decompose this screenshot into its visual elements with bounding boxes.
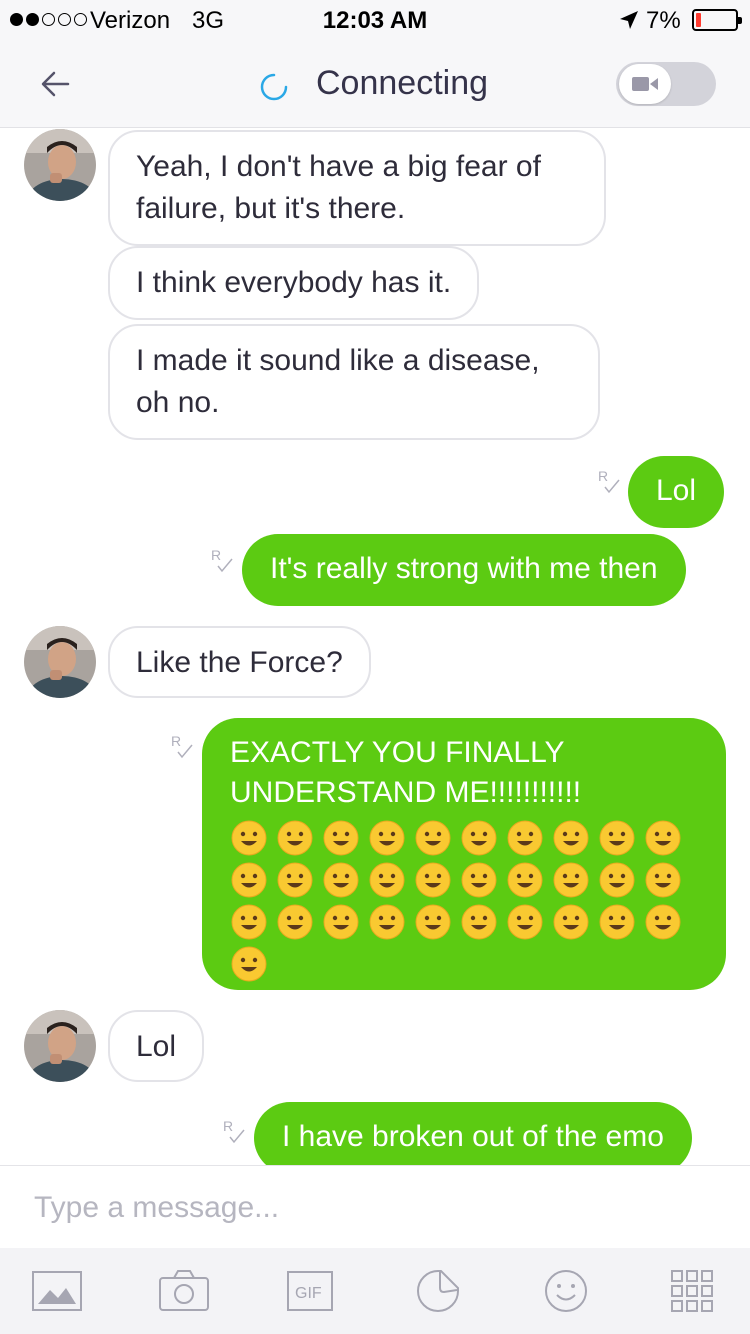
avatar[interactable]	[24, 626, 96, 698]
emoji-icon: 😚	[645, 862, 681, 898]
emoji-icon: 🙃	[323, 862, 359, 898]
gif-label: GIF	[295, 1285, 322, 1302]
svg-text:R: R	[598, 468, 608, 484]
outgoing-message[interactable]: Lol	[628, 456, 725, 528]
sticker-icon[interactable]	[410, 1266, 466, 1316]
apps-grid-icon[interactable]	[664, 1266, 720, 1316]
svg-text:R: R	[211, 547, 221, 563]
battery-icon	[692, 9, 742, 31]
emoji-icon: 🤠	[599, 904, 635, 940]
attachment-toolbar: GIF	[0, 1248, 750, 1334]
emoji-icon[interactable]	[538, 1266, 594, 1316]
gallery-icon[interactable]	[30, 1266, 86, 1316]
message-input[interactable]	[34, 1186, 714, 1230]
incoming-message[interactable]: Like the Force?	[108, 626, 371, 698]
emoji-icon: ☺️	[599, 820, 635, 856]
message-composer	[0, 1165, 750, 1247]
svg-text:R: R	[171, 733, 181, 749]
emoji-icon: 😙	[599, 862, 635, 898]
emoji-icon: 🤑	[415, 904, 451, 940]
emoji-icon: 😊	[645, 820, 681, 856]
incoming-message[interactable]: Yeah, I don't have a big fear of failure…	[108, 130, 606, 246]
emoji-icon: 😗	[553, 862, 589, 898]
emoji-icon: 😘	[461, 862, 497, 898]
incoming-message[interactable]: I made it sound like a disease, oh no.	[108, 324, 600, 440]
emoji-icon: 😆	[415, 820, 451, 856]
emoji-icon: 😜	[277, 904, 313, 940]
emoji-icon: 😄	[323, 820, 359, 856]
message-text: EXACTLY YOU FINALLY UNDERSTAND ME!!!!!!!…	[230, 736, 582, 809]
video-camera-icon	[632, 77, 658, 91]
emoji-icon: 🤗	[461, 904, 497, 940]
emoji-icon: 😂	[507, 820, 543, 856]
emoji-icon: 😉	[369, 862, 405, 898]
read-receipt-icon: R	[598, 468, 620, 494]
svg-text:R: R	[223, 1118, 233, 1134]
avatar[interactable]	[24, 129, 96, 201]
incoming-message[interactable]: I think everybody has it.	[108, 246, 480, 320]
camera-icon[interactable]	[156, 1266, 212, 1316]
emoji-icon: 😀	[231, 820, 267, 856]
emoji-icon: 😋	[231, 904, 267, 940]
chat-status-title: Connecting	[316, 64, 489, 102]
emoji-icon: 😁	[369, 820, 405, 856]
status-bar: Verizon 3G 12:03 AM 7%	[0, 0, 750, 40]
video-toggle-knob	[619, 64, 671, 104]
emoji-icon: 🤓	[507, 904, 543, 940]
outgoing-message[interactable]: It's really strong with me then	[242, 534, 686, 606]
gif-icon[interactable]: GIF	[282, 1266, 338, 1316]
chat-header: Connecting	[0, 40, 750, 128]
emoji-icon: 🤠	[645, 904, 681, 940]
emoji-icon: 😇	[231, 862, 267, 898]
video-call-toggle[interactable]	[616, 62, 716, 106]
emoji-icon: 😛	[369, 904, 405, 940]
emoji-icon: 😝	[323, 904, 359, 940]
emoji-icon: 😌	[415, 862, 451, 898]
read-receipt-icon: R	[171, 733, 193, 759]
location-arrow-icon	[620, 11, 638, 29]
emoji-icon: 😅	[461, 820, 497, 856]
message-list[interactable]: Yeah, I don't have a big fear of failure…	[0, 129, 750, 1165]
emoji-icon: 😘	[507, 862, 543, 898]
emoji-icon: 😎	[553, 904, 589, 940]
read-receipt-icon: R	[223, 1118, 245, 1144]
emoji-icon: 🤣	[553, 820, 589, 856]
read-receipt-icon: R	[211, 547, 233, 573]
emoji-icon: 😏	[231, 946, 267, 982]
incoming-message[interactable]: Lol	[108, 1010, 205, 1082]
outgoing-message[interactable]: EXACTLY YOU FINALLY UNDERSTAND ME!!!!!!!…	[202, 718, 726, 990]
back-arrow-icon[interactable]	[36, 64, 76, 104]
avatar[interactable]	[24, 1010, 96, 1082]
battery-percentage: 7%	[646, 7, 681, 34]
emoji-icon: 😃	[277, 820, 313, 856]
loading-spinner-icon	[260, 73, 288, 101]
emoji-grid: 😀 😃 😄 😁 😆 😅 😂 🤣 ☺️ 😊 😇 🙂 🙃 😉 😌 😘 😘 😗 😙 😚 😋 😜 😝 😛 🤑 🤗 🤓 😎 🤠 🤠 😏	[230, 819, 700, 983]
outgoing-message[interactable]: I have broken out of the emo	[254, 1102, 692, 1165]
emoji-icon: 🙂	[277, 862, 313, 898]
